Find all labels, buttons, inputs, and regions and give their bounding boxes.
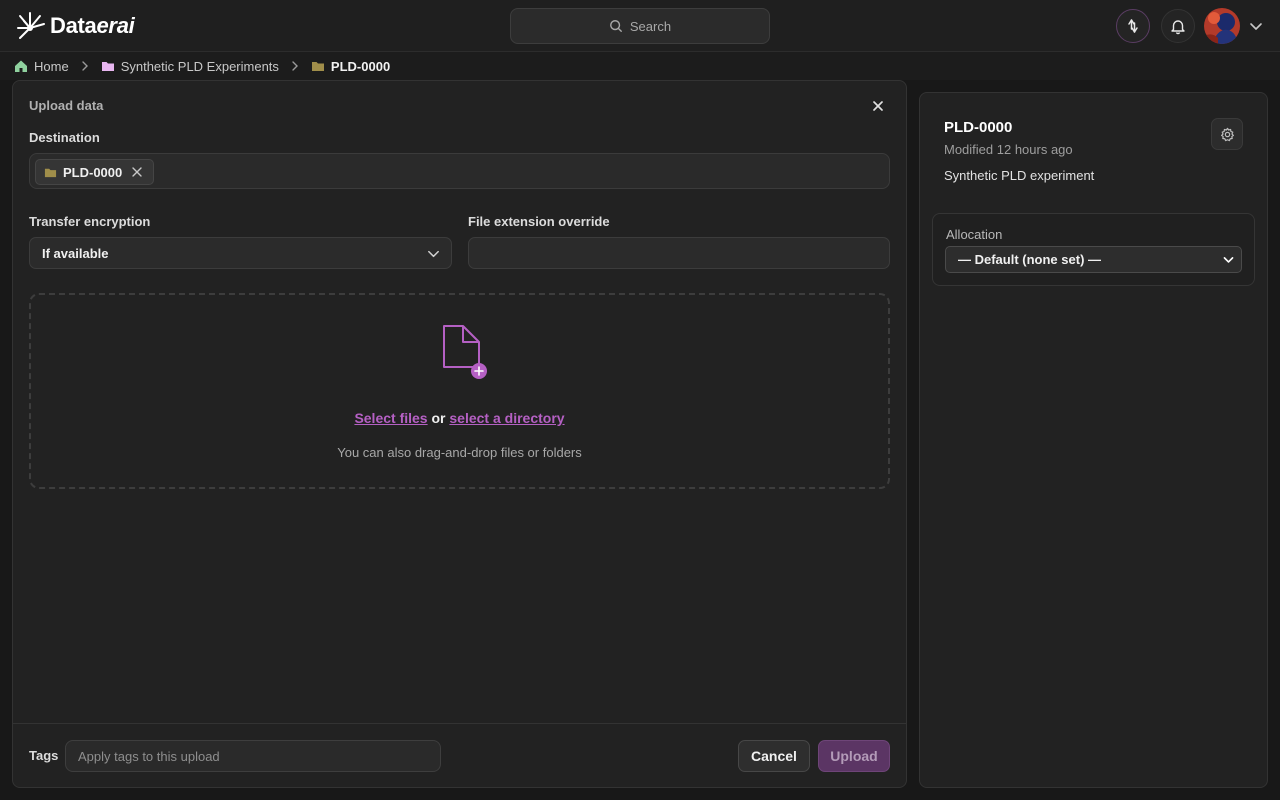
destination-label: Destination [29, 130, 100, 145]
allocation-select[interactable]: — Default (none set) — [945, 246, 1242, 273]
or-text: or [431, 410, 446, 426]
remove-chip-icon[interactable] [131, 166, 143, 178]
breadcrumb-current[interactable]: PLD-0000 [311, 59, 390, 74]
select-directory-link[interactable]: select a directory [449, 410, 564, 426]
tags-label: Tags [29, 748, 59, 763]
encryption-label: Transfer encryption [29, 214, 151, 229]
transfers-button[interactable] [1116, 9, 1150, 43]
dataset-title: PLD-0000 [944, 119, 1013, 136]
folder-icon [44, 168, 57, 177]
gear-icon [1220, 127, 1234, 141]
transfer-arrows-icon [1128, 19, 1138, 33]
dataset-description: Synthetic PLD experiment [944, 168, 1095, 183]
extension-label: File extension override [468, 214, 610, 229]
file-add-icon [443, 325, 487, 379]
folder-icon [101, 62, 114, 71]
folder-icon [311, 62, 324, 71]
tags-input[interactable] [65, 740, 441, 772]
app-logo[interactable]: Dataerai [16, 10, 135, 42]
bell-icon [1171, 20, 1185, 35]
cancel-button[interactable]: Cancel [738, 740, 810, 772]
settings-button[interactable] [1211, 118, 1243, 150]
logo-starburst-icon [17, 12, 45, 39]
drop-links: Select files or select a directory [31, 410, 888, 426]
chevron-down-icon[interactable] [1248, 18, 1264, 34]
notifications-button[interactable] [1161, 9, 1195, 43]
allocation-card: Allocation — Default (none set) — [932, 213, 1255, 286]
upload-button[interactable]: Upload [818, 740, 890, 772]
avatar-image [1204, 8, 1240, 44]
chevron-right-icon [81, 61, 88, 71]
upload-footer: Tags Cancel Upload [13, 723, 906, 787]
modified-timestamp: Modified 12 hours ago [944, 142, 1073, 157]
chevron-right-icon [292, 61, 298, 71]
search-placeholder: Search [629, 18, 672, 34]
panel-title: Upload data [29, 98, 104, 113]
dataset-info-panel: PLD-0000 Modified 12 hours ago Synthetic… [919, 92, 1268, 788]
chevron-down-icon [1223, 257, 1234, 263]
select-files-link[interactable]: Select files [354, 410, 427, 426]
home-icon [15, 60, 27, 72]
close-icon[interactable] [869, 97, 887, 115]
breadcrumb: Home Synthetic PLD Experiments PLD-0000 [0, 52, 1280, 80]
top-bar: Dataerai Search [0, 0, 1280, 52]
file-dropzone[interactable]: Select files or select a directory You c… [29, 293, 890, 489]
search-bar[interactable]: Search [510, 8, 770, 44]
extension-override-input[interactable] [468, 237, 890, 269]
encryption-select[interactable]: If available [29, 237, 452, 269]
upload-panel: Upload data Destination PLD-0000 Transfe… [12, 80, 907, 788]
drop-hint: You can also drag-and-drop files or fold… [337, 445, 582, 460]
breadcrumb-home[interactable]: Home [14, 59, 69, 74]
destination-field[interactable]: PLD-0000 [29, 153, 890, 189]
user-avatar[interactable] [1204, 8, 1240, 44]
breadcrumb-synthetic-pld-experiments[interactable]: Synthetic PLD Experiments [101, 59, 279, 74]
allocation-label: Allocation [946, 227, 1003, 242]
destination-chip: PLD-0000 [35, 159, 155, 185]
logo-text: Dataerai [50, 13, 135, 38]
search-icon [609, 20, 622, 32]
chevron-down-icon [428, 250, 439, 258]
